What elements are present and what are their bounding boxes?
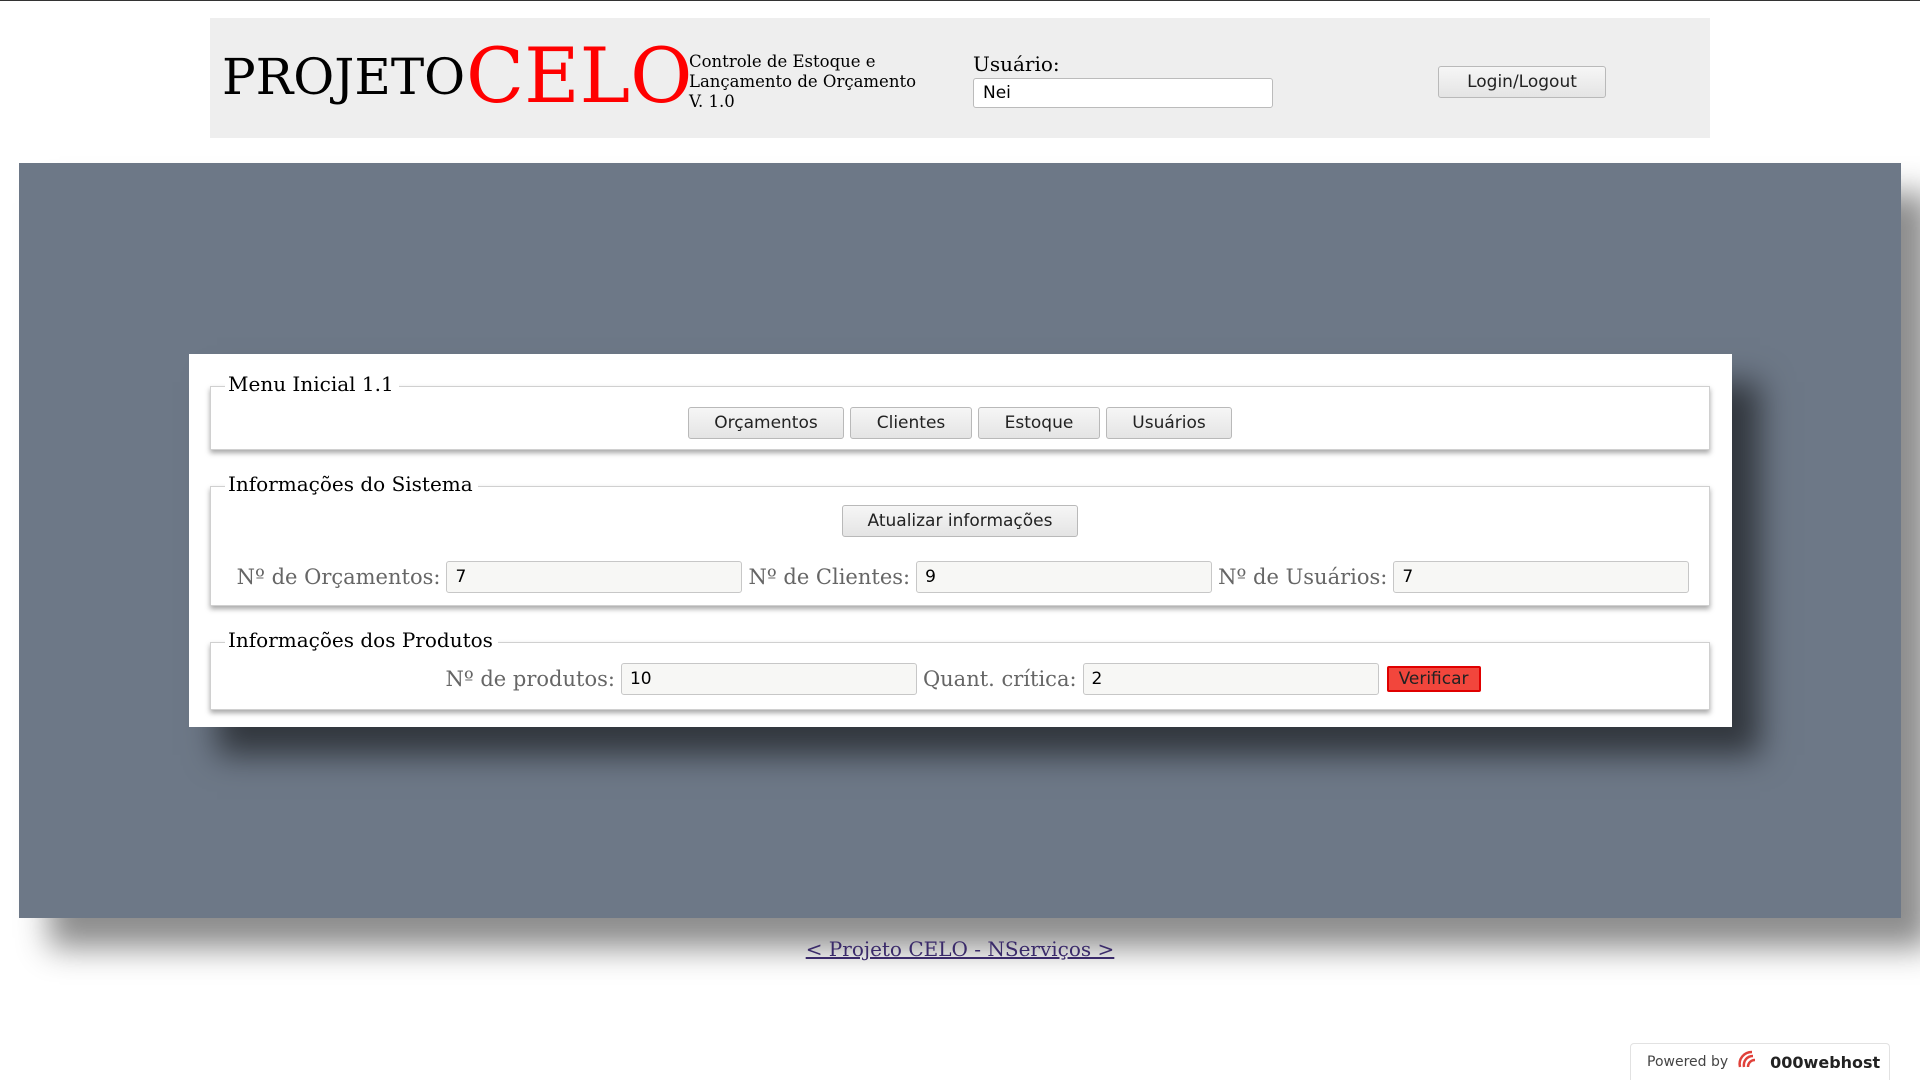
top-border <box>0 0 1920 1</box>
user-input[interactable] <box>973 78 1273 108</box>
critical-qty-field[interactable] <box>1082 663 1379 695</box>
menu-buttons: Orçamentos Clientes Estoque Usuários <box>211 407 1709 439</box>
system-counts-row: Nº de Orçamentos: Nº de Clientes: Nº de … <box>211 561 1709 593</box>
menu-fieldset: Menu Inicial 1.1 Orçamentos Clientes Est… <box>210 372 1710 450</box>
estoque-button[interactable]: Estoque <box>978 407 1100 439</box>
version-line: V. 1.0 <box>689 92 735 111</box>
clients-count-label: Nº de Clientes: <box>748 565 911 589</box>
subtitle-line: Controle de Estoque e <box>689 52 876 71</box>
menu-legend: Menu Inicial 1.1 <box>225 372 399 396</box>
system-info-fieldset: Informações do Sistema Atualizar informa… <box>210 472 1710 606</box>
orcamentos-button[interactable]: Orçamentos <box>688 407 844 439</box>
products-info-legend: Informações dos Produtos <box>225 628 498 652</box>
app-subtitle: Controle de Estoque e Lançamento de Orça… <box>689 52 916 112</box>
logo-text-celo: CELO <box>466 31 693 120</box>
footer-link[interactable]: < Projeto CELO - NServiços > <box>0 937 1920 961</box>
refresh-info-button[interactable]: Atualizar informações <box>842 505 1078 537</box>
usuarios-button[interactable]: Usuários <box>1106 407 1232 439</box>
login-logout-button[interactable]: Login/Logout <box>1438 66 1606 98</box>
user-label: Usuário: <box>973 52 1060 76</box>
budgets-count-label: Nº de Orçamentos: <box>236 565 441 589</box>
powered-by-badge[interactable]: Powered by 000webhost <box>1630 1043 1890 1080</box>
subtitle-line: Lançamento de Orçamento <box>689 72 917 91</box>
products-count-field[interactable] <box>620 663 917 695</box>
products-count-label: Nº de produtos: <box>445 667 615 691</box>
verify-button[interactable]: Verificar <box>1386 666 1481 692</box>
products-info-fieldset: Informações dos Produtos Nº de produtos:… <box>210 628 1710 710</box>
main-panel: Menu Inicial 1.1 Orçamentos Clientes Est… <box>189 354 1732 727</box>
users-count-label: Nº de Usuários: <box>1218 565 1388 589</box>
clientes-button[interactable]: Clientes <box>850 407 972 439</box>
webhost-name: 000webhost <box>1770 1052 1881 1072</box>
budgets-count-field[interactable] <box>446 561 743 593</box>
webhost-logo-icon <box>1736 1049 1762 1075</box>
logo-text-projeto: PROJETO <box>222 48 466 106</box>
header: PROJETO CELO Controle de Estoque e Lança… <box>210 18 1710 138</box>
users-count-field[interactable] <box>1393 561 1690 593</box>
clients-count-field[interactable] <box>916 561 1213 593</box>
powered-by-text: Powered by <box>1647 1054 1729 1070</box>
refresh-row: Atualizar informações <box>211 505 1709 537</box>
critical-qty-label: Quant. crítica: <box>922 667 1077 691</box>
products-row: Nº de produtos: Quant. crítica: Verifica… <box>211 663 1709 695</box>
system-info-legend: Informações do Sistema <box>225 472 478 496</box>
